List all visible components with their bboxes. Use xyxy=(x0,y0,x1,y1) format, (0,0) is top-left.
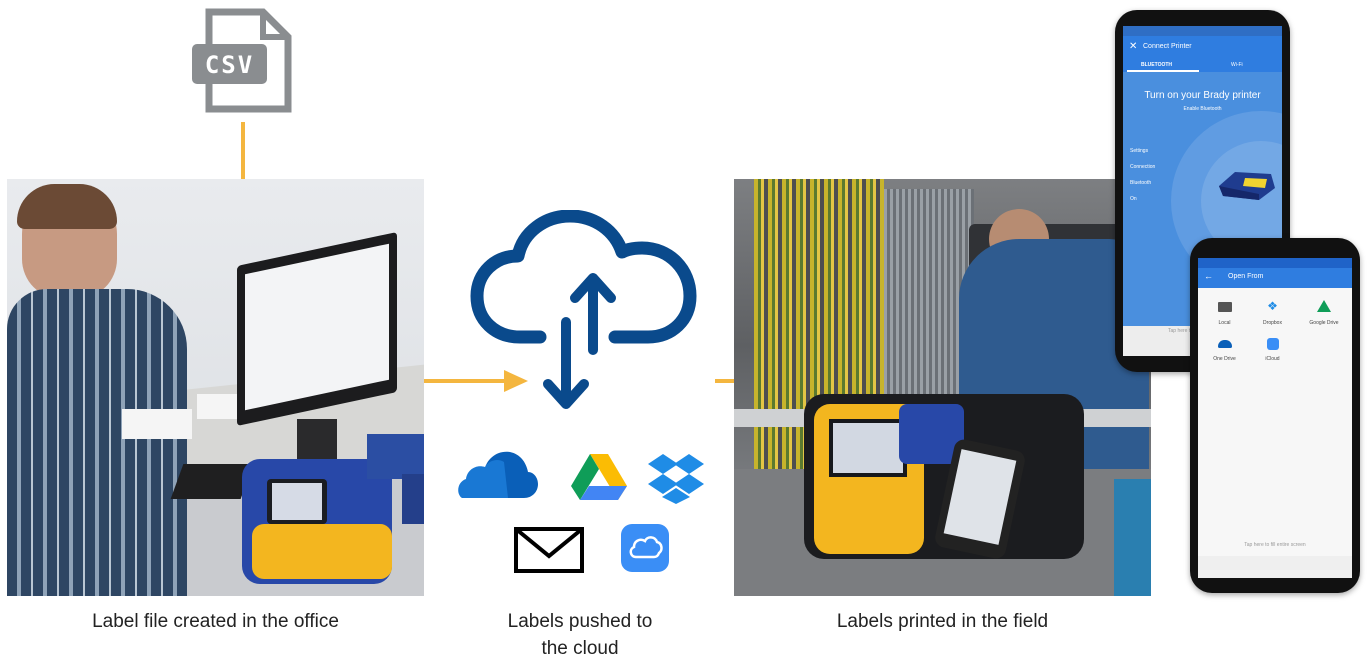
open-local-item[interactable]: Local xyxy=(1202,302,1247,338)
dropbox-icon: ❖ xyxy=(1267,299,1278,313)
step-bluetooth: Bluetooth xyxy=(1130,180,1152,186)
icloud-icon xyxy=(621,524,669,572)
google-drive-icon xyxy=(1317,300,1331,312)
onedrive-icon xyxy=(458,448,538,500)
caption-cloud-line2: the cloud xyxy=(541,638,619,659)
back-arrow-icon[interactable]: ← xyxy=(1204,271,1213,281)
field-photo xyxy=(734,179,1151,596)
cloud-sync-icon xyxy=(465,209,705,410)
step-settings: Settings xyxy=(1130,148,1149,154)
mail-icon xyxy=(513,526,585,574)
connect-printer-title: Connect Printer xyxy=(1143,43,1192,50)
tab-wifi[interactable]: Wi-Fi xyxy=(1231,62,1243,68)
tap-hint-open: Tap here to fill entire screen xyxy=(1244,542,1306,548)
dropbox-icon xyxy=(648,452,704,504)
enable-bluetooth-text: Enable Bluetooth xyxy=(1183,106,1222,112)
onedrive-icon xyxy=(1217,340,1232,348)
caption-cloud-line1: Labels pushed to xyxy=(507,611,653,632)
printer-illustration xyxy=(1215,166,1277,202)
phone-open-from: ← Open From Local ❖ Dropbox Google Drive… xyxy=(1190,238,1360,593)
caption-cloud: Labels pushed to the cloud xyxy=(470,608,690,662)
icloud-icon xyxy=(1266,338,1279,350)
caption-office: Label file created in the office xyxy=(92,611,339,632)
open-from-title: Open From xyxy=(1228,273,1264,280)
office-photo xyxy=(7,179,424,596)
tab-bluetooth[interactable]: BLUETOOTH xyxy=(1141,62,1172,68)
close-icon[interactable]: ✕ xyxy=(1129,41,1137,52)
open-onedrive-item[interactable]: One Drive xyxy=(1202,340,1247,376)
step-on: On xyxy=(1130,196,1137,202)
open-icloud-item[interactable]: iCloud xyxy=(1250,338,1295,374)
step-connection: Connection xyxy=(1130,164,1156,170)
open-google-drive-item[interactable]: Google Drive xyxy=(1298,300,1350,336)
google-drive-icon xyxy=(570,452,628,502)
caption-field: Labels printed in the field xyxy=(836,611,1049,632)
folder-icon xyxy=(1217,302,1232,312)
open-dropbox-item[interactable]: ❖ Dropbox xyxy=(1250,300,1295,336)
turn-on-heading: Turn on your Brady printer xyxy=(1144,90,1261,101)
